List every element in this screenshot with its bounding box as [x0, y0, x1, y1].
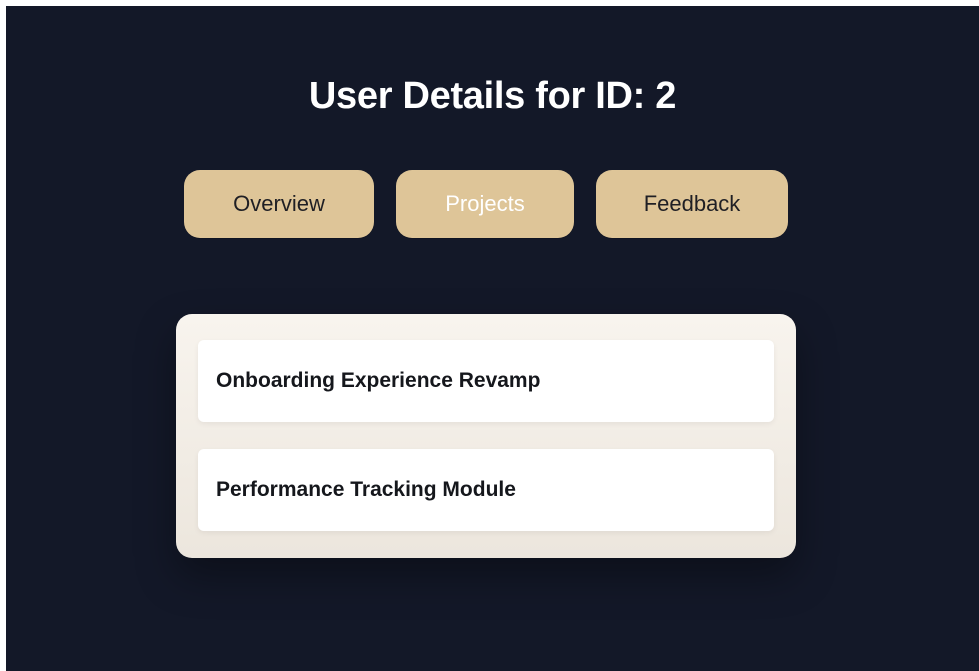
tab-projects[interactable]: Projects	[396, 170, 574, 238]
page-title: User Details for ID: 2	[308, 75, 677, 117]
project-item-performance-tracking-module[interactable]: Performance Tracking Module	[198, 449, 774, 531]
project-item-onboarding-experience-revamp[interactable]: Onboarding Experience Revamp	[198, 340, 774, 422]
tab-feedback[interactable]: Feedback	[596, 170, 788, 238]
tab-bar: Overview Projects Feedback	[6, 170, 979, 238]
tab-overview[interactable]: Overview	[184, 170, 374, 238]
user-details-page: User Details for ID: 2 Overview Projects…	[6, 6, 979, 671]
projects-panel: Onboarding Experience Revamp Performance…	[176, 314, 796, 558]
